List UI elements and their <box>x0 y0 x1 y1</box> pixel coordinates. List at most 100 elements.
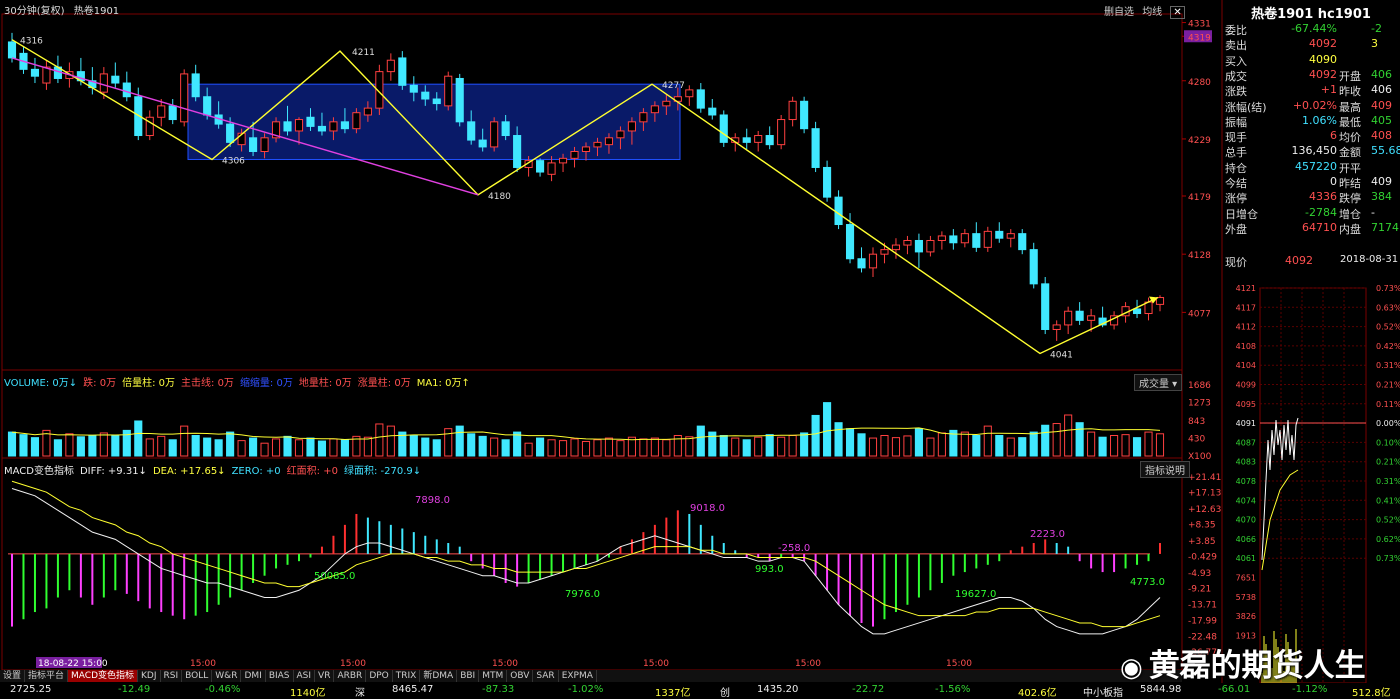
quote-label-2: 开盘 <box>1339 69 1361 83</box>
tab-14[interactable]: 新DMA <box>420 670 458 682</box>
ma-button[interactable]: 均线 <box>1142 7 1162 18</box>
volume-bar <box>455 425 464 457</box>
volume-bar <box>76 436 85 457</box>
quote-title: 热卷1901 hc1901 <box>1251 7 1371 22</box>
candle-body <box>811 128 820 168</box>
candle-body <box>880 249 889 255</box>
price-tick-label: 4229 <box>1188 136 1211 146</box>
candle-body <box>203 96 212 116</box>
volume-bar <box>1155 433 1165 457</box>
tab-4[interactable]: RSI <box>161 670 183 682</box>
x-axis-label: 18-08-22 15:00 <box>38 659 108 669</box>
quote-label-2: 金额 <box>1339 146 1361 160</box>
volume-bar <box>249 437 258 457</box>
volume-bar <box>547 439 556 457</box>
remove-favorite-button[interactable]: 删自选 <box>1104 7 1134 18</box>
volume-button[interactable]: 成交量 ▾ <box>1134 374 1183 391</box>
price-tick-label: 4319 <box>1188 33 1211 43</box>
volume-bar <box>650 437 659 457</box>
candle-body <box>1006 233 1015 239</box>
quote-value: 0 <box>1330 175 1337 188</box>
candle-body <box>604 137 614 146</box>
price-annotation: 4211 <box>352 48 375 58</box>
candle-body <box>432 98 441 105</box>
volume-bar <box>111 435 120 457</box>
candle-body <box>754 135 763 143</box>
candle-body <box>570 150 579 159</box>
volume-bar <box>191 435 200 457</box>
candle-body <box>627 121 636 132</box>
period-label: 30分钟(复权) <box>4 6 65 17</box>
candle-body <box>662 100 671 107</box>
tab-19[interactable]: EXPMA <box>559 670 597 682</box>
indicator-help-button[interactable]: 指标说明 <box>1140 461 1190 478</box>
tab-6[interactable]: W&R <box>212 670 242 682</box>
candle-body <box>467 121 476 141</box>
candle-body <box>1075 310 1084 321</box>
quote-value-2: 406 <box>1371 67 1392 81</box>
macd-legend-item: 绿面积: -270.9↓ <box>343 466 422 477</box>
quote-row: 外盘 64710 内盘 7174 <box>1225 221 1400 236</box>
quote-row: 买入 4090 <box>1225 53 1400 68</box>
tab-10[interactable]: VR <box>315 670 335 682</box>
macd-legend-item: ZERO: +0 <box>231 466 281 477</box>
tab-0[interactable]: 设置 <box>0 670 26 682</box>
volume-bar <box>765 434 774 457</box>
quote-label-2: 跌停 <box>1339 192 1361 206</box>
price-tick-label: 4179 <box>1188 193 1211 203</box>
tab-15[interactable]: BBI <box>457 670 480 682</box>
candle-body <box>914 239 923 253</box>
volume-bar <box>306 437 315 457</box>
volume-bar <box>926 437 935 457</box>
volume-bar <box>168 439 177 457</box>
current-price-row: 现价 4092 2018-08-31 <box>1225 254 1400 269</box>
volume-tick-label: 843 <box>1188 417 1205 427</box>
tab-7[interactable]: DMI <box>241 670 266 682</box>
volume-legend-item: 倍量柱: 0万 <box>122 378 176 389</box>
tab-17[interactable]: OBV <box>507 670 534 682</box>
tab-13[interactable]: TRIX <box>393 670 421 682</box>
candle-body <box>800 100 809 130</box>
volume-bar <box>960 431 969 457</box>
tab-11[interactable]: ARBR <box>334 670 367 682</box>
volume-bar <box>823 402 832 457</box>
tab-12[interactable]: DPO <box>366 670 393 682</box>
volume-bar <box>432 439 441 457</box>
volume-bar <box>444 428 453 457</box>
volume-bar <box>145 438 154 457</box>
candle-body <box>777 119 786 146</box>
quote-value-2: -2 <box>1371 22 1382 35</box>
volume-bar <box>294 439 304 457</box>
macd-legend-item: MACD变色指标 <box>4 466 74 477</box>
x-axis-label: 15:00 <box>795 659 821 669</box>
close-icon[interactable]: ✕ <box>1170 6 1185 19</box>
macd-legend-item: DEA: +17.65↓ <box>152 466 226 477</box>
quote-value-2: 409 <box>1371 175 1392 188</box>
volume-bar <box>501 439 510 457</box>
quote-value-2: 405 <box>1371 113 1392 127</box>
tab-18[interactable]: SAR <box>533 670 559 682</box>
quote-label: 买入 <box>1225 54 1247 68</box>
tab-8[interactable]: BIAS <box>266 670 294 682</box>
candle-body <box>168 105 177 121</box>
tab-2[interactable]: MACD变色指标 <box>68 670 139 682</box>
quote-value: +0.02% <box>1292 98 1337 112</box>
candle-body <box>1132 308 1142 315</box>
tab-9[interactable]: ASI <box>294 670 316 682</box>
candle-body <box>260 137 269 152</box>
volume-bar <box>65 433 74 457</box>
volume-bar <box>857 433 866 457</box>
candle-body <box>340 121 349 130</box>
symbol-label: 热卷1901 <box>73 6 120 17</box>
status-value: -87.33 <box>482 684 515 695</box>
macd-annotation: 50085.0 <box>314 571 355 582</box>
quote-value: 4336 <box>1309 190 1337 204</box>
volume-bar <box>593 439 602 457</box>
tab-5[interactable]: BOLL <box>182 670 213 682</box>
quote-value-2: 55.68 <box>1371 144 1400 158</box>
tab-16[interactable]: MTM <box>479 670 508 682</box>
candle-body <box>1064 310 1073 326</box>
candle-body <box>283 121 292 132</box>
tab-3[interactable]: KDJ <box>138 670 161 682</box>
tab-1[interactable]: 指标平台 <box>25 670 69 682</box>
